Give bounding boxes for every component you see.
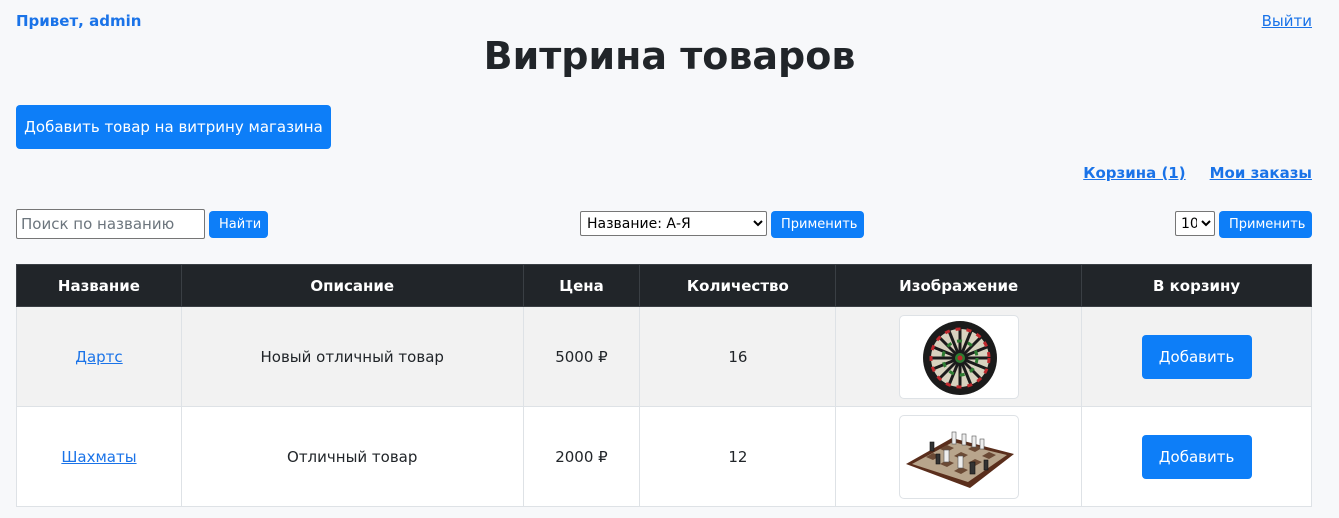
header-to-cart: В корзину — [1081, 264, 1312, 307]
cell-price: 5000 ₽ — [522, 306, 641, 407]
dartboard-image — [898, 314, 1019, 399]
cell-quantity: 16 — [639, 306, 837, 407]
header-image: Изображение — [835, 264, 1083, 307]
cell-action: Добавить — [1081, 406, 1312, 507]
cell-quantity: 12 — [639, 406, 837, 507]
cell-name: Дартс — [16, 306, 182, 407]
sort-select[interactable]: Название: А-Я — [580, 211, 767, 236]
page-title: Витрина товаров — [483, 34, 856, 78]
cell-image — [835, 406, 1083, 507]
cell-action: Добавить — [1081, 306, 1312, 407]
chess-image — [898, 414, 1019, 499]
add-to-cart-button[interactable]: Добавить — [1141, 334, 1252, 379]
my-orders-link[interactable]: Мои заказы — [1210, 164, 1312, 182]
product-name-link[interactable]: Шахматы — [61, 448, 136, 466]
cart-link[interactable]: Корзина (1) — [1083, 164, 1185, 182]
header-quantity: Количество — [639, 264, 837, 307]
cell-name: Шахматы — [16, 406, 182, 507]
search-button[interactable]: Найти — [209, 211, 268, 238]
add-to-cart-button[interactable]: Добавить — [1141, 434, 1252, 479]
table-header-row: Название Описание Цена Количество Изобра… — [16, 264, 1312, 307]
search-input[interactable] — [16, 209, 205, 239]
products-table: Название Описание Цена Количество Изобра… — [16, 264, 1312, 507]
greeting: Привет, admin — [16, 12, 142, 30]
header-price: Цена — [522, 264, 641, 307]
table-row: Дартс Новый отличный товар 5000 ₽ 16 Доб… — [16, 306, 1312, 407]
apply-per-page-button[interactable]: Применить — [1219, 211, 1312, 238]
cell-price: 2000 ₽ — [522, 406, 641, 507]
product-name-link[interactable]: Дартс — [75, 348, 122, 366]
cell-image — [835, 306, 1083, 407]
header-name: Название — [16, 264, 182, 307]
per-page-select[interactable]: 10 — [1175, 211, 1215, 236]
user-links: Корзина (1) Мои заказы — [1083, 164, 1312, 182]
table-row: Шахматы Отличный товар 2000 ₽ 12 Добавит… — [16, 406, 1312, 507]
cell-description: Отличный товар — [180, 406, 524, 507]
apply-sort-button[interactable]: Применить — [771, 211, 864, 238]
logout-link[interactable]: Выйти — [1262, 12, 1312, 30]
add-product-button[interactable]: Добавить товар на витрину магазина — [16, 105, 331, 149]
header-description: Описание — [180, 264, 524, 307]
cell-description: Новый отличный товар — [180, 306, 524, 407]
